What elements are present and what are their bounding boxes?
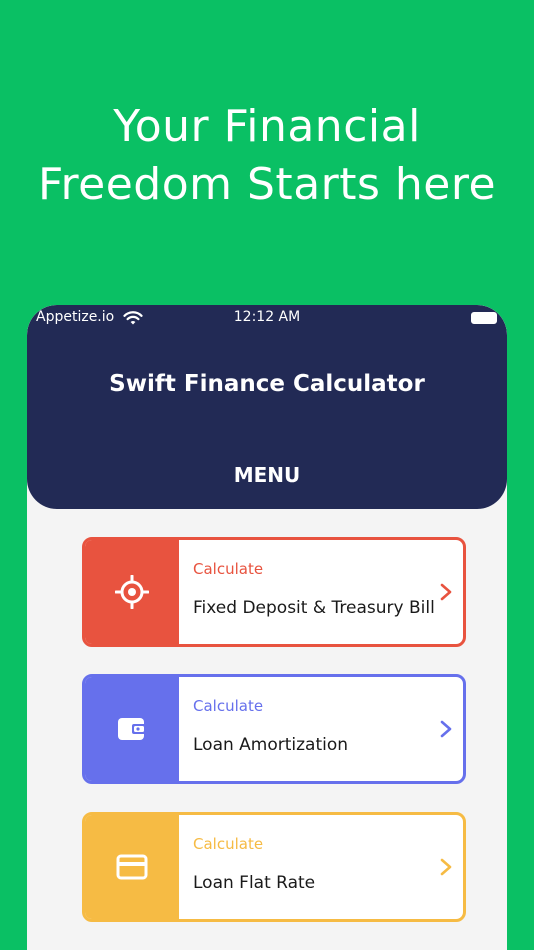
headline-line-2: Freedom Starts here [37, 159, 497, 210]
card-title: Loan Flat Rate [193, 873, 316, 893]
card-loan-flat-rate[interactable]: Calculate Loan Flat Rate [82, 812, 466, 922]
credit-card-icon [116, 854, 148, 880]
card-loan-amortization[interactable]: Calculate Loan Amortization [82, 674, 466, 784]
card-subtitle: Calculate [193, 835, 264, 853]
card-title: Fixed Deposit & Treasury Bill [193, 598, 435, 618]
card-subtitle: Calculate [193, 697, 264, 715]
target-icon [115, 575, 149, 609]
card-subtitle: Calculate [193, 560, 264, 578]
card-title: Loan Amortization [193, 735, 349, 755]
chevron-right-icon[interactable] [439, 857, 453, 877]
status-bar: Appetize.io 12:12 AM [27, 305, 507, 333]
phone-screen: Appetize.io 12:12 AM Swift Finance Calcu… [27, 305, 507, 950]
headline-line-1: Your Financial [113, 101, 421, 152]
wallet-icon [118, 718, 146, 740]
card-fixed-deposit[interactable]: Calculate Fixed Deposit & Treasury Bill [82, 537, 466, 647]
chevron-right-icon[interactable] [439, 719, 453, 739]
card-icon-box [85, 677, 179, 781]
app-title: Swift Finance Calculator [109, 371, 425, 397]
card-icon-box [85, 815, 179, 919]
card-icon-box [85, 540, 179, 644]
menu-heading: MENU [233, 463, 301, 487]
battery-icon [471, 312, 497, 324]
promo-headline: Your Financial Freedom Starts here [0, 98, 534, 214]
app-header: Appetize.io 12:12 AM Swift Finance Calcu… [27, 305, 507, 509]
chevron-right-icon[interactable] [439, 582, 453, 602]
status-time: 12:12 AM [233, 309, 301, 325]
